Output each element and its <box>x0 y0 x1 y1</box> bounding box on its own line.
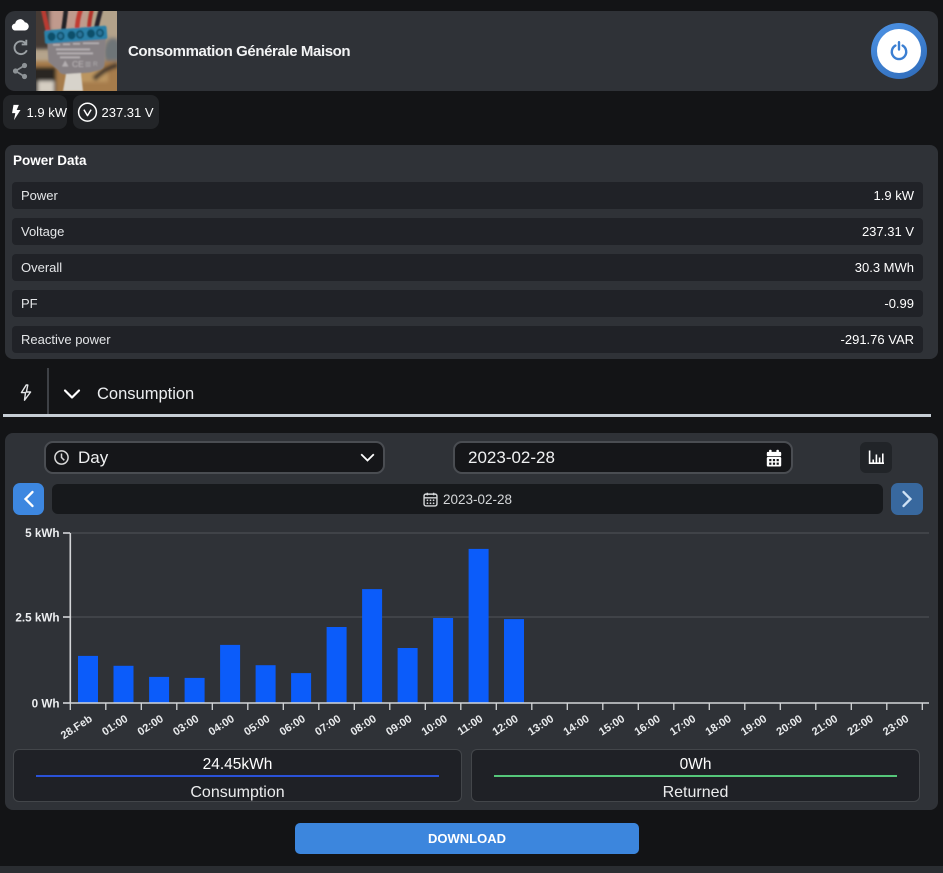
svg-text:▥ R: ▥ R <box>85 61 98 68</box>
svg-text:18:00: 18:00 <box>703 713 733 738</box>
svg-text:19:00: 19:00 <box>739 713 769 738</box>
svg-text:16:00: 16:00 <box>632 713 662 738</box>
svg-text:10:00: 10:00 <box>420 713 450 738</box>
svg-text:07:00: 07:00 <box>313 713 343 738</box>
svg-text:01:00: 01:00 <box>100 713 130 738</box>
svg-text:11:00: 11:00 <box>456 713 486 738</box>
svg-text:02:00: 02:00 <box>136 713 166 738</box>
svg-text:03:00: 03:00 <box>171 713 201 738</box>
svg-text:14:00: 14:00 <box>561 713 591 738</box>
svg-text:17:00: 17:00 <box>668 713 698 738</box>
svg-text:22:00: 22:00 <box>845 713 875 738</box>
svg-text:12:00: 12:00 <box>490 713 520 738</box>
svg-text:0 Wh: 0 Wh <box>32 698 60 711</box>
svg-text:06:00: 06:00 <box>278 713 308 738</box>
svg-text:04:00: 04:00 <box>207 713 237 738</box>
svg-text:CE: CE <box>72 59 84 69</box>
svg-text:15:00: 15:00 <box>597 713 627 738</box>
svg-text:08:00: 08:00 <box>349 713 379 738</box>
svg-text:5 kWh: 5 kWh <box>25 527 59 540</box>
svg-text:28.Feb: 28.Feb <box>59 713 95 742</box>
svg-text:09:00: 09:00 <box>384 713 414 738</box>
svg-text:21:00: 21:00 <box>810 713 840 738</box>
svg-text:05:00: 05:00 <box>242 713 272 738</box>
svg-text:13:00: 13:00 <box>526 713 556 738</box>
svg-text:23:00: 23:00 <box>881 713 911 738</box>
svg-text:20:00: 20:00 <box>774 713 804 738</box>
svg-text:2.5 kWh: 2.5 kWh <box>15 612 59 625</box>
